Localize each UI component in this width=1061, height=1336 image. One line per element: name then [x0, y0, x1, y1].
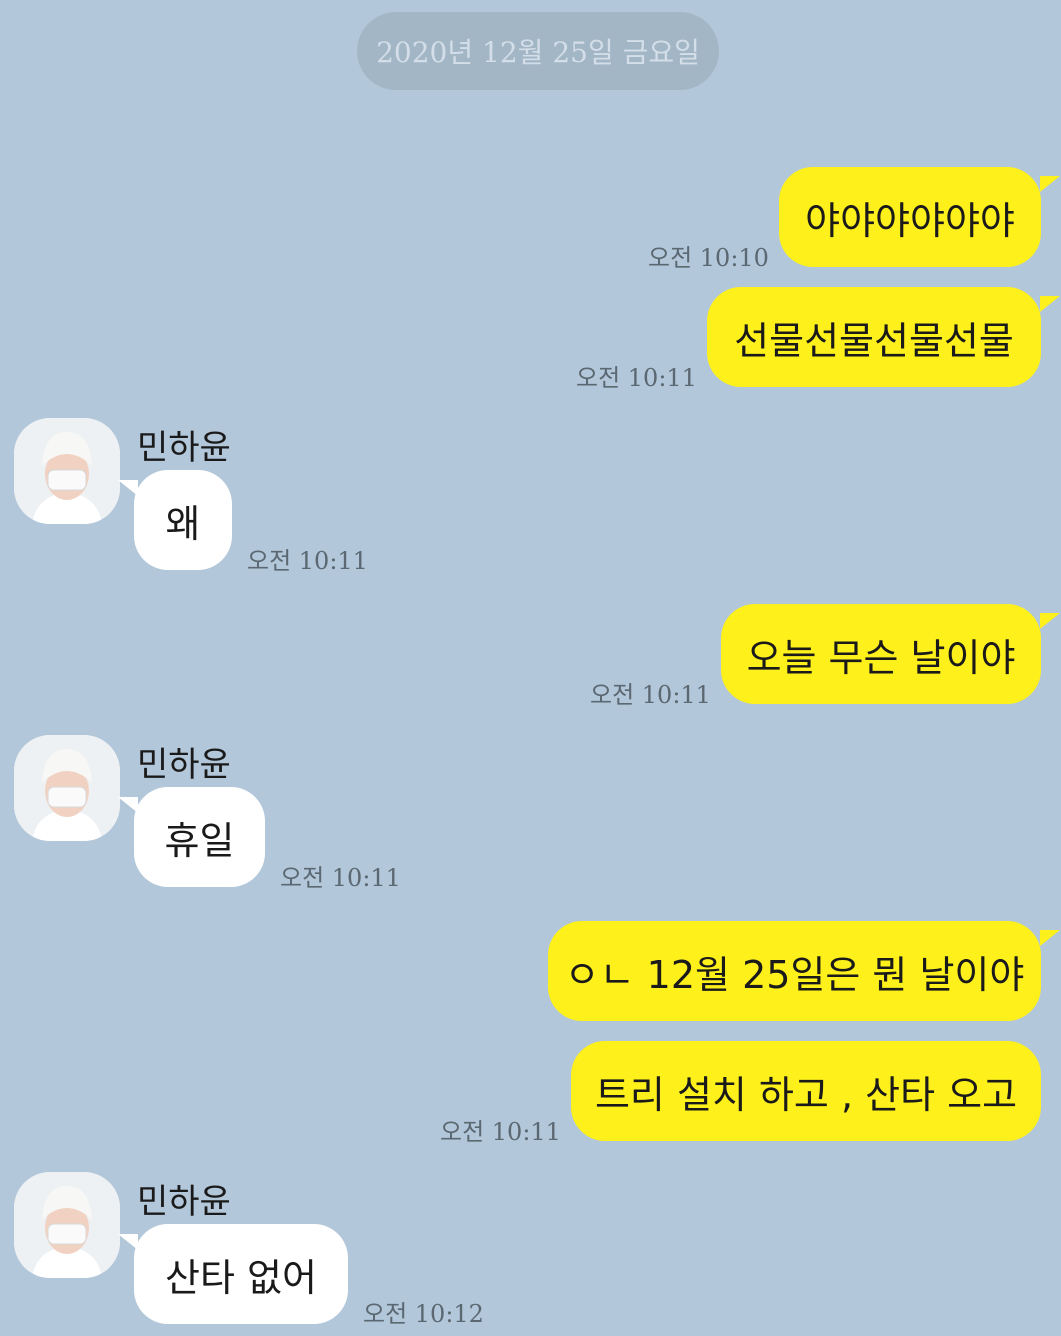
message-text: 산타 없어 — [165, 1255, 317, 1300]
message-text: 왜 — [165, 501, 201, 546]
message-time: 오전 10:10 — [648, 244, 769, 272]
message-text: 휴일 — [164, 818, 235, 863]
their-message-bubble[interactable]: 산타 없어 — [134, 1224, 348, 1324]
message-time: 오전 10:11 — [440, 1118, 561, 1146]
profile-photo-icon — [14, 1172, 120, 1278]
bubble-tail — [118, 1234, 138, 1250]
contact-avatar[interactable] — [14, 735, 120, 841]
my-message-bubble[interactable]: 야야야야야야 — [779, 167, 1041, 267]
bubble-tail — [1040, 176, 1060, 192]
message-time: 오전 10:11 — [576, 364, 697, 392]
message-text: 야야야야야야 — [805, 198, 1015, 243]
contact-avatar[interactable] — [14, 1172, 120, 1278]
my-message-bubble[interactable]: 선물선물선물선물 — [707, 287, 1041, 387]
message-time: 오전 10:11 — [247, 547, 368, 575]
message-text: ㅇㄴ 12월 25일은 뭔 날이야 — [564, 952, 1025, 997]
my-message-bubble[interactable]: 오늘 무슨 날이야 — [721, 604, 1041, 704]
message-text: 트리 설치 하고 , 산타 오고 — [594, 1072, 1018, 1117]
message-text: 오늘 무슨 날이야 — [746, 635, 1016, 680]
date-divider: 2020년 12월 25일 금요일 — [357, 12, 719, 90]
my-message-bubble[interactable]: ㅇㄴ 12월 25일은 뭔 날이야 — [548, 921, 1041, 1021]
bubble-tail — [118, 480, 138, 496]
bubble-tail — [1040, 613, 1060, 629]
profile-photo-icon — [14, 418, 120, 524]
message-time: 오전 10:11 — [280, 864, 401, 892]
their-message-bubble[interactable]: 왜 — [134, 470, 232, 570]
my-message-bubble[interactable]: 트리 설치 하고 , 산타 오고 — [571, 1041, 1041, 1141]
message-time: 오전 10:12 — [363, 1300, 484, 1328]
profile-photo-icon — [14, 735, 120, 841]
message-text: 선물선물선물선물 — [734, 318, 1014, 363]
contact-name: 민하윤 — [137, 1182, 231, 1222]
their-message-bubble[interactable]: 휴일 — [134, 787, 265, 887]
bubble-tail — [118, 797, 138, 813]
bubble-tail — [1040, 930, 1060, 946]
contact-name: 민하윤 — [137, 745, 231, 785]
message-time: 오전 10:11 — [590, 681, 711, 709]
bubble-tail — [1040, 296, 1060, 312]
contact-avatar[interactable] — [14, 418, 120, 524]
contact-name: 민하윤 — [137, 428, 231, 468]
